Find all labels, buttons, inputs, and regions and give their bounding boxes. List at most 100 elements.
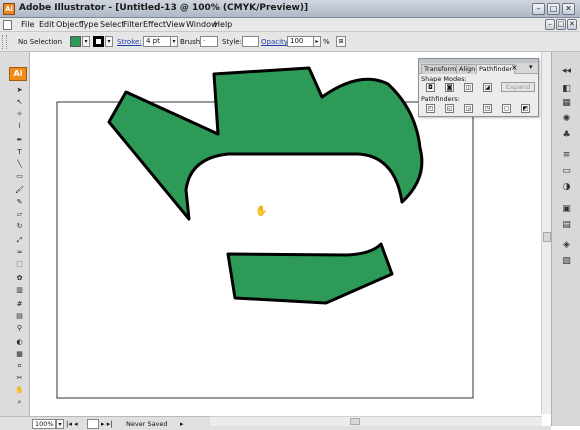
style-field[interactable]	[242, 36, 259, 47]
menu-help[interactable]: Help	[214, 20, 232, 29]
unite-icon[interactable]: ◘	[426, 83, 435, 92]
tab-close-icon[interactable]: ×	[511, 63, 518, 72]
recolor-icon[interactable]: ⊞	[336, 36, 346, 47]
stroke-weight-dropdown[interactable]: ▾	[170, 36, 178, 47]
artboards-panel-icon[interactable]: ▨	[560, 256, 573, 267]
gradient-panel-icon[interactable]: ▭	[560, 166, 573, 177]
control-bar-grip[interactable]	[2, 35, 7, 49]
tab-pathfinder[interactable]: Pathfinder	[476, 64, 516, 74]
magic-wand-tool-icon[interactable]: ✧	[15, 110, 24, 119]
green-shape-upper[interactable]	[107, 66, 424, 221]
minimize-button[interactable]: –	[532, 3, 545, 15]
horizontal-scroll-thumb[interactable]	[350, 418, 360, 425]
appearance-panel-icon[interactable]: ▣	[560, 204, 573, 215]
right-panel-dock: ◂◂ ◧ ▦ ✺ ♣ ≡ ▭ ◑ ▣ ▤ ◈ ▨	[551, 52, 580, 426]
outline-icon[interactable]: ◻	[502, 104, 511, 113]
line-tool-icon[interactable]: ╲	[15, 160, 24, 169]
stroke-dropdown[interactable]: ▾	[105, 36, 113, 47]
horizontal-scrollbar[interactable]	[210, 416, 542, 426]
maximize-button[interactable]: □	[547, 3, 560, 15]
toolbox: Ai ➤ ↖ ✧ ⌇ ✒ T ╲ ▭ 🖌 ✎ ▱ ↻ ⤢ ≈ ⬚ ✿ ▥ # ▤…	[0, 52, 30, 416]
lasso-tool-icon[interactable]: ⌇	[15, 122, 24, 131]
vertical-scrollbar[interactable]	[541, 52, 551, 414]
trim-icon[interactable]: ◱	[445, 104, 454, 113]
tab-transform[interactable]: Transform	[421, 64, 460, 74]
dock-collapse-icon[interactable]: ◂◂	[560, 66, 573, 77]
layers-panel-icon[interactable]: ◈	[560, 240, 573, 251]
direct-selection-tool-icon[interactable]: ↖	[15, 98, 24, 107]
color-panel-icon[interactable]: ◧	[560, 84, 573, 95]
merge-icon[interactable]: ◲	[464, 104, 473, 113]
stroke-panel-icon[interactable]: ≡	[560, 150, 573, 161]
swatches-panel-icon[interactable]: ▦	[560, 98, 573, 109]
menu-edit[interactable]: Edit	[39, 20, 55, 29]
gradient-tool-icon[interactable]: ▤	[15, 312, 24, 321]
opacity-dropdown[interactable]: ▸	[313, 36, 321, 47]
brush-field[interactable]: ·	[200, 36, 218, 47]
intersect-icon[interactable]: ◫	[464, 83, 473, 92]
slice-tool-icon[interactable]: ⌗	[15, 362, 24, 371]
zoom-dropdown[interactable]: ▾	[56, 419, 64, 429]
close-button[interactable]: ✕	[562, 3, 575, 15]
selection-tool-icon[interactable]: ➤	[15, 86, 24, 95]
expand-button[interactable]: Expand	[501, 82, 535, 92]
doc-minimize-button[interactable]: –	[545, 19, 555, 30]
green-shape-lower[interactable]	[226, 242, 394, 305]
menu-filter[interactable]: Filter	[123, 20, 143, 29]
opacity-label[interactable]: Opacity:	[261, 38, 290, 46]
nav-last-icon[interactable]: ▸ ▸|	[101, 420, 113, 428]
free-transform-tool-icon[interactable]: ⬚	[15, 260, 24, 269]
title-bar: Ai Adobe Illustrator - [Untitled-13 @ 10…	[0, 0, 580, 18]
rotate-tool-icon[interactable]: ↻	[15, 222, 24, 231]
minus-back-icon[interactable]: ◩	[521, 104, 530, 113]
zoom-field[interactable]: 100%	[32, 419, 56, 429]
warp-tool-icon[interactable]: ≈	[15, 248, 24, 257]
menu-file[interactable]: File	[21, 20, 34, 29]
zoom-tool-icon[interactable]: ⌕	[15, 398, 24, 407]
fill-dropdown[interactable]: ▾	[82, 36, 90, 47]
menu-type[interactable]: Type	[80, 20, 98, 29]
hand-tool-icon[interactable]: ✋	[15, 386, 24, 395]
column-graph-tool-icon[interactable]: ▥	[15, 286, 24, 295]
menu-view[interactable]: View	[166, 20, 185, 29]
menu-effect[interactable]: Effect	[143, 20, 166, 29]
tab-align[interactable]: Align	[456, 64, 479, 74]
eraser-tool-icon[interactable]: ▱	[15, 210, 24, 219]
transparency-panel-icon[interactable]: ◑	[560, 182, 573, 193]
stroke-label[interactable]: Stroke:	[117, 38, 142, 46]
divide-icon[interactable]: ◰	[426, 104, 435, 113]
symbols-panel-icon[interactable]: ♣	[560, 130, 573, 141]
exclude-icon[interactable]: ◪	[483, 83, 492, 92]
panel-menu-icon[interactable]: ▾	[529, 63, 533, 71]
brushes-panel-icon[interactable]: ✺	[560, 114, 573, 125]
hand-cursor-icon: ✋	[255, 204, 267, 217]
stroke-weight-field[interactable]: 4 pt	[143, 36, 171, 47]
doc-close-button[interactable]: ✕	[567, 19, 577, 30]
stroke-swatch[interactable]	[93, 36, 104, 47]
pen-tool-icon[interactable]: ✒	[15, 136, 24, 145]
paintbrush-tool-icon[interactable]: 🖌	[15, 186, 24, 195]
eyedropper-tool-icon[interactable]: ⚲	[15, 324, 24, 333]
live-paint-tool-icon[interactable]: ▦	[15, 350, 24, 359]
artboard-number-field[interactable]	[87, 419, 99, 429]
fill-swatch[interactable]	[70, 36, 81, 47]
nav-first-icon[interactable]: |◂ ◂	[66, 420, 78, 428]
menu-window[interactable]: Window	[186, 20, 218, 29]
menu-select[interactable]: Select	[100, 20, 125, 29]
scale-tool-icon[interactable]: ⤢	[15, 236, 24, 245]
crop-icon[interactable]: ◳	[483, 104, 492, 113]
menu-object[interactable]: Object	[56, 20, 82, 29]
blend-tool-icon[interactable]: ◐	[15, 338, 24, 347]
opacity-field[interactable]: 100	[287, 36, 314, 47]
graphic-styles-panel-icon[interactable]: ▤	[560, 220, 573, 231]
symbol-sprayer-tool-icon[interactable]: ✿	[15, 274, 24, 283]
status-menu-icon[interactable]: ▸	[180, 420, 184, 428]
mesh-tool-icon[interactable]: #	[15, 300, 24, 309]
pencil-tool-icon[interactable]: ✎	[15, 198, 24, 207]
doc-restore-button[interactable]: □	[556, 19, 566, 30]
minus-front-icon[interactable]: ◙	[445, 83, 454, 92]
vertical-scroll-thumb[interactable]	[543, 232, 551, 242]
scissors-tool-icon[interactable]: ✂	[15, 374, 24, 383]
type-tool-icon[interactable]: T	[15, 148, 24, 157]
rectangle-tool-icon[interactable]: ▭	[15, 172, 24, 181]
